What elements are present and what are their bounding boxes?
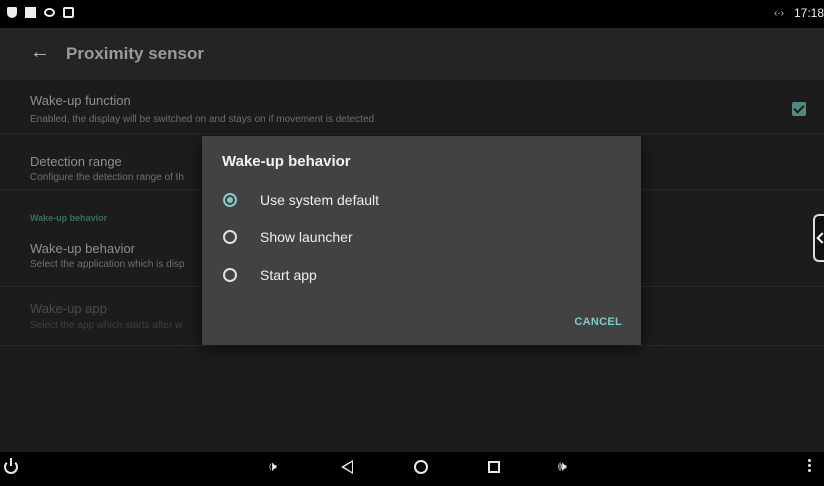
volume-down-icon[interactable]: 🕩 (268, 458, 277, 475)
edge-panel-handle[interactable] (813, 214, 824, 262)
status-right: ‹·› 17:18 (774, 6, 824, 20)
back-arrow-icon[interactable]: ← (30, 42, 50, 62)
overflow-menu-icon[interactable] (808, 459, 811, 472)
option-show-launcher[interactable]: Show launcher (220, 223, 620, 253)
option-label: Show launcher (260, 229, 353, 245)
option-use-system-default[interactable]: Use system default (220, 186, 620, 216)
dialog-title: Wake-up behavior (222, 153, 351, 170)
app-toolbar: ← Proximity sensor (0, 28, 824, 80)
square-icon (25, 7, 36, 18)
radio-unselected-icon[interactable] (223, 230, 237, 244)
category-header: Wake-up behavior (30, 213, 108, 223)
setting-title: Detection range (30, 154, 122, 169)
network-icon: ‹·› (773, 7, 784, 19)
navigation-bar: 🕩 🕪 (0, 452, 824, 486)
setting-summary: Select the app which starts after w (30, 320, 183, 331)
back-nav-icon[interactable] (341, 460, 353, 474)
setting-title: Wake-up function (30, 93, 131, 108)
setting-title: Wake-up app (30, 301, 107, 316)
shield-icon (7, 7, 17, 18)
power-icon[interactable] (4, 458, 18, 474)
clock: 17:18 (793, 6, 824, 20)
wakeup-checkbox[interactable] (792, 102, 806, 116)
setting-summary: Select the application which is disp (30, 259, 185, 270)
wakeup-behavior-dialog: Wake-up behavior Use system default Show… (202, 136, 641, 345)
android-screen: ‹·› 17:18 ← Proximity sensor Wake-up fun… (0, 0, 824, 486)
notification-icons (7, 7, 74, 18)
setting-wakeup-function[interactable]: Wake-up function Enabled, the display wi… (0, 80, 824, 134)
radio-selected-icon[interactable] (223, 193, 237, 207)
cancel-button[interactable]: CANCEL (574, 316, 622, 328)
status-bar: ‹·› 17:18 (0, 0, 824, 28)
home-icon[interactable] (414, 460, 428, 474)
volume-up-icon[interactable]: 🕪 (558, 458, 567, 475)
setting-title: Wake-up behavior (30, 241, 136, 256)
eye-icon (44, 8, 55, 17)
setting-summary: Configure the detection range of th (30, 172, 184, 183)
screenshot-icon (63, 7, 74, 18)
page-title: Proximity sensor (66, 44, 204, 63)
radio-unselected-icon[interactable] (223, 268, 237, 282)
option-label: Start app (260, 267, 317, 283)
option-label: Use system default (260, 192, 380, 208)
recent-apps-icon[interactable] (488, 461, 500, 473)
option-start-app[interactable]: Start app (220, 261, 620, 291)
setting-summary: Enabled, the display will be switched on… (30, 114, 375, 125)
